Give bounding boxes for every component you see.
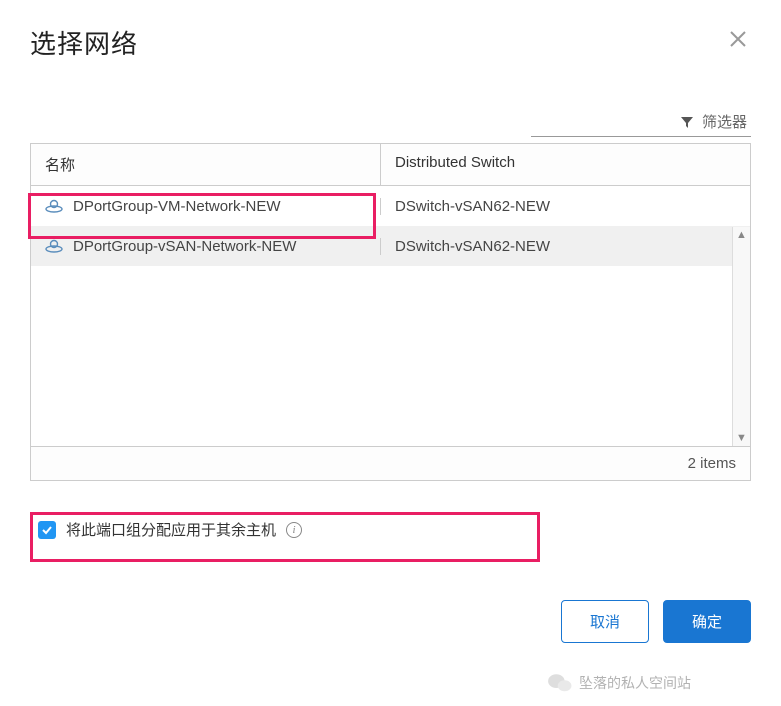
close-icon <box>729 30 747 48</box>
scroll-down-icon: ▼ <box>736 432 747 444</box>
select-network-dialog: 选择网络 筛选器 名称 Distributed Switch DPortGrou… <box>0 0 781 667</box>
row-name-text: DPortGroup-vSAN-Network-NEW <box>73 238 296 255</box>
info-icon[interactable]: i <box>286 522 302 538</box>
table-body: DPortGroup-VM-Network-NEW DSwitch-vSAN62… <box>31 186 750 446</box>
watermark: 坠落的私人空间站 <box>547 672 691 694</box>
filter-underline <box>531 136 751 137</box>
close-button[interactable] <box>725 24 751 58</box>
ok-button[interactable]: 确定 <box>663 600 751 643</box>
dialog-footer: 取消 确定 <box>30 600 751 643</box>
network-table: 名称 Distributed Switch DPortGroup-VM-Netw… <box>30 143 751 481</box>
dialog-title: 选择网络 <box>30 24 138 61</box>
filter-icon <box>680 115 694 129</box>
apply-checkbox-label: 将此端口组分配应用于其余主机 <box>66 519 276 540</box>
wechat-icon <box>547 672 573 694</box>
table-row[interactable]: DPortGroup-VM-Network-NEW DSwitch-vSAN62… <box>31 186 750 226</box>
cell-switch: DSwitch-vSAN62-NEW <box>381 238 750 255</box>
portgroup-icon <box>45 199 63 213</box>
cell-switch: DSwitch-vSAN62-NEW <box>381 198 750 215</box>
apply-checkbox[interactable] <box>38 521 56 539</box>
apply-to-hosts-row[interactable]: 将此端口组分配应用于其余主机 i <box>30 509 751 550</box>
cell-name: DPortGroup-vSAN-Network-NEW <box>31 238 381 255</box>
cell-name: DPortGroup-VM-Network-NEW <box>31 198 381 215</box>
dialog-header: 选择网络 <box>30 24 751 61</box>
table-row[interactable]: DPortGroup-vSAN-Network-NEW DSwitch-vSAN… <box>31 226 750 266</box>
item-count: 2 items <box>31 446 750 480</box>
watermark-text: 坠落的私人空间站 <box>579 673 691 693</box>
filter-label: 筛选器 <box>702 111 747 132</box>
filter-section[interactable]: 筛选器 <box>30 111 751 132</box>
column-header-name[interactable]: 名称 <box>31 144 381 185</box>
scroll-up-icon: ▲ <box>736 229 747 241</box>
portgroup-icon <box>45 239 63 253</box>
column-header-switch[interactable]: Distributed Switch <box>381 144 750 185</box>
table-header: 名称 Distributed Switch <box>31 144 750 186</box>
scrollbar[interactable]: ▲ ▼ <box>732 227 750 446</box>
check-icon <box>41 524 53 536</box>
cancel-button[interactable]: 取消 <box>561 600 649 643</box>
row-name-text: DPortGroup-VM-Network-NEW <box>73 198 281 215</box>
